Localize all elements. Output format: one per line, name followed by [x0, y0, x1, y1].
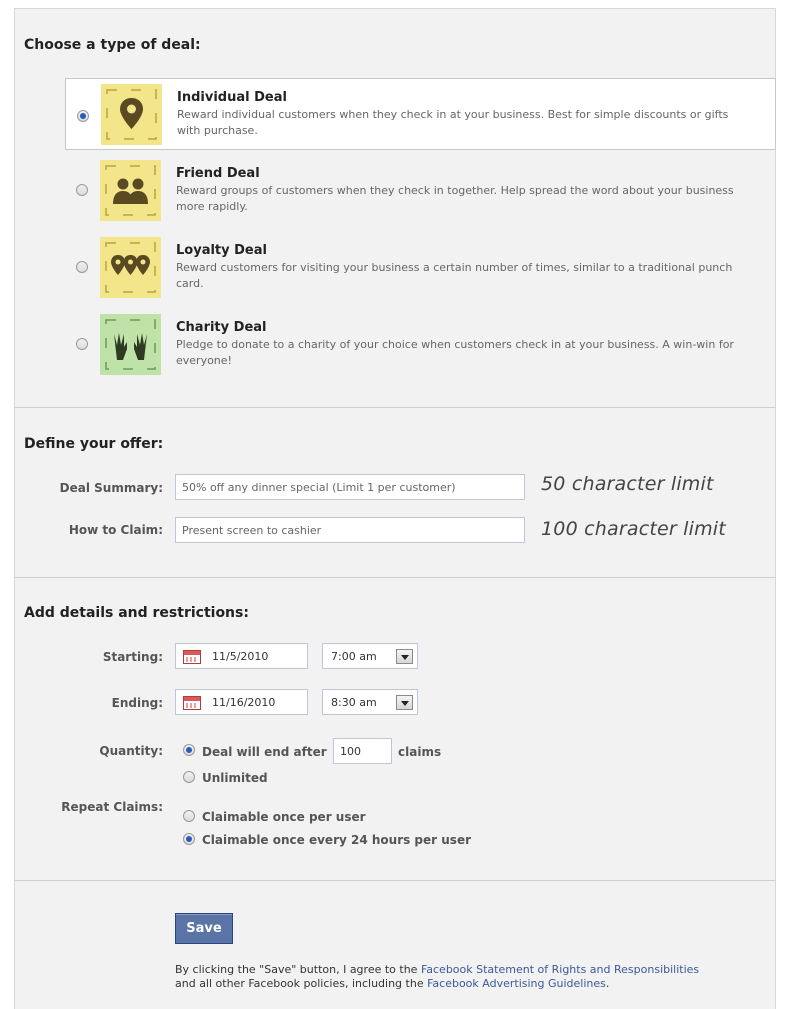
starting-date-value: 11/5/2010 — [212, 650, 269, 663]
ending-date-field[interactable]: 11/16/2010 — [175, 689, 308, 715]
repeat-once-label[interactable]: Claimable once per user — [202, 810, 366, 824]
map-pin-icon — [101, 84, 162, 145]
repeat-claims-label: Repeat Claims: — [61, 800, 163, 814]
deal-radio-friend[interactable] — [76, 184, 88, 196]
deal-desc-friend: Reward groups of customers when they che… — [176, 184, 734, 213]
starting-date-field[interactable]: 11/5/2010 — [175, 643, 308, 669]
deal-option-loyalty[interactable]: Loyalty Deal Reward customers for visiti… — [65, 232, 776, 304]
quantity-unlimited-radio[interactable] — [183, 771, 195, 783]
quantity-label: Quantity: — [99, 744, 163, 758]
ending-time-select[interactable]: 8:30 am — [322, 689, 418, 715]
group-people-icon — [100, 160, 161, 221]
ending-time-value: 8:30 am — [331, 696, 377, 709]
repeat-daily-label[interactable]: Claimable once every 24 hours per user — [202, 833, 471, 847]
quantity-claims-input[interactable]: 100 — [333, 738, 392, 764]
ending-label: Ending: — [111, 696, 163, 710]
chevron-down-icon[interactable] — [396, 649, 413, 664]
details-heading: Add details and restrictions: — [24, 605, 249, 621]
deal-option-individual[interactable]: Individual Deal Reward individual custom… — [65, 78, 776, 150]
deal-radio-charity[interactable] — [76, 338, 88, 350]
quantity-claims-suffix: claims — [398, 745, 442, 759]
deal-title-loyalty: Loyalty Deal — [176, 243, 267, 258]
deal-desc-loyalty: Reward customers for visiting your busin… — [176, 261, 733, 290]
deal-option-friend[interactable]: Friend Deal Reward groups of customers w… — [65, 155, 776, 227]
deal-title-individual: Individual Deal — [177, 90, 287, 105]
repeat-daily-radio[interactable] — [183, 833, 195, 845]
raised-hands-icon — [100, 314, 161, 375]
starting-time-value: 7:00 am — [331, 650, 377, 663]
quantity-end-after-radio[interactable] — [183, 744, 195, 756]
deal-desc-individual: Reward individual customers when they ch… — [177, 108, 729, 137]
legal-notice: By clicking the "Save" button, I agree t… — [175, 963, 765, 991]
deal-title-charity: Charity Deal — [176, 320, 267, 335]
deal-summary-input[interactable]: 50% off any dinner special (Limit 1 per … — [175, 474, 525, 500]
section-divider — [14, 407, 776, 408]
ending-date-value: 11/16/2010 — [212, 696, 276, 709]
legal-suffix: . — [605, 977, 610, 990]
deal-summary-label: Deal Summary: — [59, 481, 163, 495]
how-to-claim-input[interactable]: Present screen to cashier — [175, 517, 525, 543]
deal-option-charity[interactable]: Charity Deal Pledge to donate to a chari… — [65, 309, 776, 381]
quantity-end-after-label[interactable]: Deal will end after — [202, 745, 327, 759]
how-to-claim-label: How to Claim: — [68, 523, 163, 537]
deal-type-heading: Choose a type of deal: — [24, 37, 201, 53]
quantity-unlimited-label[interactable]: Unlimited — [202, 771, 268, 785]
how-to-claim-limit: 100 character limit — [541, 518, 726, 540]
starting-time-select[interactable]: 7:00 am — [322, 643, 418, 669]
statement-of-rights-link[interactable]: Facebook Statement of Rights and Respons… — [421, 963, 699, 976]
section-divider — [14, 577, 776, 578]
deal-title-friend: Friend Deal — [176, 166, 260, 181]
advertising-guidelines-link[interactable]: Facebook Advertising Guidelines — [427, 977, 606, 990]
calendar-icon[interactable] — [183, 650, 201, 664]
deal-radio-individual[interactable] — [77, 110, 89, 122]
deal-radio-loyalty[interactable] — [76, 261, 88, 273]
legal-prefix: By clicking the "Save" button, I agree t… — [175, 963, 421, 976]
triple-pin-icon — [100, 237, 161, 298]
repeat-once-radio[interactable] — [183, 810, 195, 822]
section-divider — [14, 880, 776, 881]
calendar-icon[interactable] — [183, 696, 201, 710]
legal-middle: and all other Facebook policies, includi… — [175, 977, 428, 990]
deal-summary-limit: 50 character limit — [541, 473, 714, 495]
offer-heading: Define your offer: — [24, 436, 164, 452]
starting-label: Starting: — [102, 650, 163, 664]
chevron-down-icon[interactable] — [396, 695, 413, 710]
deal-desc-charity: Pledge to donate to a charity of your ch… — [176, 338, 734, 367]
save-button[interactable]: Save — [175, 913, 233, 944]
